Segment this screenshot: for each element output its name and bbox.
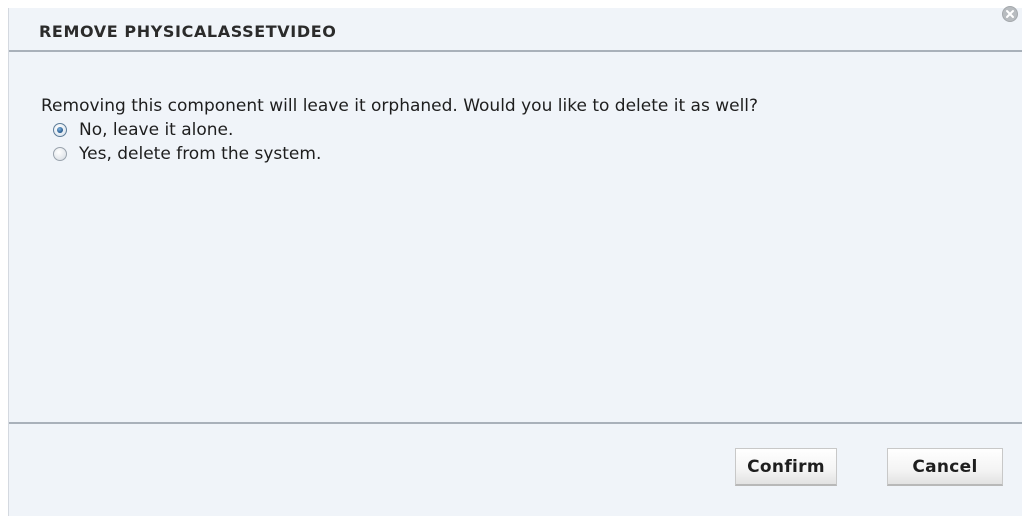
confirm-button[interactable]: Confirm — [735, 448, 837, 486]
close-icon[interactable] — [1002, 6, 1018, 22]
dialog-titlebar: REMOVE PHYSICALASSETVIDEO — [9, 6, 1022, 52]
option-delete-from-system[interactable]: Yes, delete from the system. — [53, 144, 321, 164]
dialog-body: Removing this component will leave it or… — [9, 52, 1022, 424]
option-leave-alone-label: No, leave it alone. — [79, 120, 234, 140]
remove-dialog: REMOVE PHYSICALASSETVIDEO Removing this … — [8, 6, 1022, 516]
option-delete-from-system-label: Yes, delete from the system. — [79, 144, 322, 164]
cancel-button[interactable]: Cancel — [887, 448, 1003, 486]
radio-leave-alone[interactable] — [53, 123, 67, 137]
dialog-prompt: Removing this component will leave it or… — [41, 96, 759, 116]
dialog-footer: Confirm Cancel — [9, 422, 1022, 516]
dialog-title: REMOVE PHYSICALASSETVIDEO — [39, 22, 337, 41]
radio-delete-from-system[interactable] — [53, 147, 67, 161]
option-leave-alone[interactable]: No, leave it alone. — [53, 120, 233, 140]
